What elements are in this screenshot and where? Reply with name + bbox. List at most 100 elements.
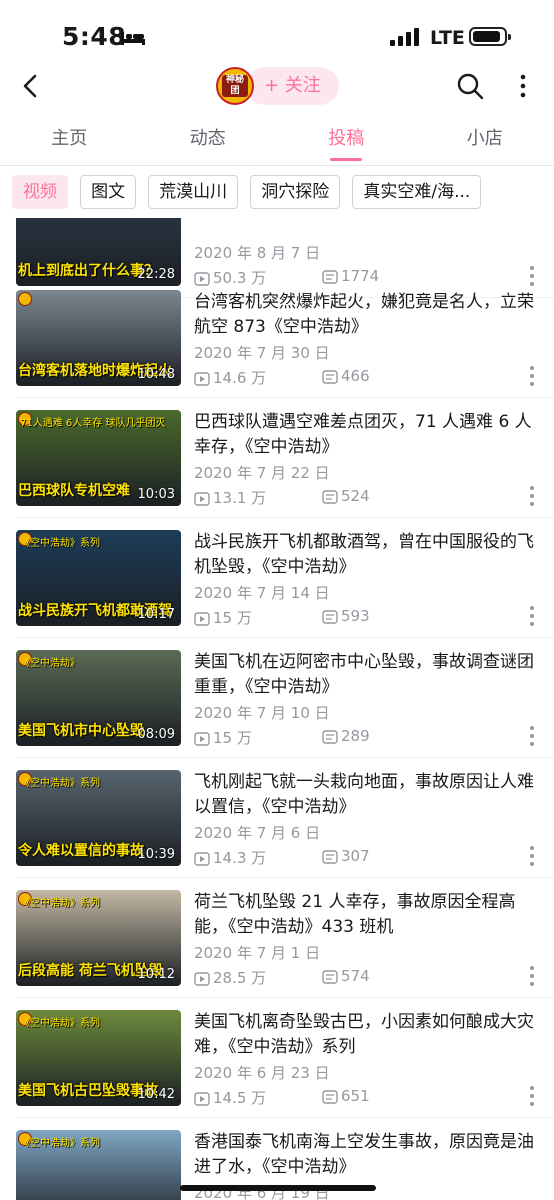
play-count-icon (194, 852, 210, 866)
profile-tabs: 主页 动态 投稿 小店 (0, 112, 554, 166)
battery-icon (469, 27, 511, 46)
video-thumbnail[interactable]: 台湾客机落地时爆炸起火 10:48 (16, 290, 181, 386)
cellular-signal-icon (390, 28, 419, 46)
view-count-value: 14.5 万 (213, 1089, 267, 1107)
thumbnail-top-text: 《空中浩劫》系列 (20, 778, 100, 789)
video-title[interactable]: 飞机刚起飞就一头栽向地面，事故原因让人难以置信，《空中浩劫》 (194, 770, 539, 820)
sleep-focus-icon (121, 32, 145, 45)
danmaku-count-value: 289 (341, 727, 370, 745)
chip-deserts-mountains[interactable]: 荒漠山川 (148, 175, 239, 209)
avatar-text: 神秘 团 (222, 75, 248, 97)
chevron-left-icon[interactable] (18, 72, 44, 100)
video-duration: 10:48 (137, 367, 175, 382)
danmaku-count: 289 (322, 727, 370, 745)
video-duration: 10:17 (137, 607, 175, 622)
more-options-icon[interactable] (526, 724, 538, 748)
video-list-item[interactable]: 《空中浩劫》系列 后段高能 荷兰飞机坠毁 10:12 荷兰飞机坠毁 21 人幸存，事故… (0, 878, 554, 998)
video-title[interactable]: 荷兰飞机坠毁 21 人幸存，事故原因全程高能，《空中浩劫》433 班机 (194, 890, 539, 940)
video-thumbnail[interactable]: 《空中浩劫》系列 美国飞机古巴坠毁事故 10:42 (16, 1010, 181, 1106)
video-stats: 14.6 万 466 (194, 367, 524, 387)
video-list-item[interactable]: 《空中浩劫》系列 战斗民族开飞机都敢酒驾 10:17 战斗民族开飞机都敢酒驾，曾在中国… (0, 518, 554, 638)
danmaku-count-value: 651 (341, 1087, 370, 1105)
more-options-icon[interactable] (526, 964, 538, 988)
danmaku-count: 651 (322, 1087, 370, 1105)
danmaku-icon (322, 850, 338, 864)
view-count: 15 万 (194, 607, 252, 628)
top-nav-bar: + 关注 神秘 团 (0, 62, 554, 112)
danmaku-count: 524 (322, 487, 370, 505)
video-list-item[interactable]: 《空中浩劫》系列 令人难以置信的事故 10:39 飞机刚起飞就一头栽向地面，事故原因让… (0, 758, 554, 878)
channel-badge-icon (18, 292, 32, 306)
view-count: 14.3 万 (194, 847, 266, 868)
video-thumbnail[interactable]: 《空中浩劫》系列 令人难以置信的事故 10:39 (16, 770, 181, 866)
video-thumbnail[interactable]: 《空中浩劫》系列香港国泰航空780 (16, 1130, 181, 1200)
status-time: 5:48 (62, 22, 127, 51)
play-count-icon (194, 732, 210, 746)
danmaku-count: 593 (322, 607, 370, 625)
video-date: 2020 年 7 月 10 日 (194, 704, 330, 722)
filter-chips: 视频 图文 荒漠山川 洞穴探险 真实空难/海... (0, 175, 554, 211)
view-count-value: 14.6 万 (213, 369, 267, 387)
tab-shop[interactable]: 小店 (416, 112, 554, 165)
more-options-icon[interactable] (526, 364, 538, 388)
chip-cave-exploration[interactable]: 洞穴探险 (250, 175, 341, 209)
view-count-value: 28.5 万 (213, 969, 267, 987)
video-stats: 28.5 万 574 (194, 967, 524, 987)
video-title[interactable]: 香港国泰飞机南海上空发生事故，原因竟是油进了水，《空中浩劫》 (194, 1130, 539, 1180)
view-count: 28.5 万 (194, 967, 266, 988)
chip-air-disasters[interactable]: 真实空难/海... (352, 175, 482, 209)
video-list-item[interactable]: 《空中浩劫》 美国飞机市中心坠毁 08:09 美国飞机在迈阿密市中心坠毁，事故调查谜团… (0, 638, 554, 758)
more-options-icon[interactable] (526, 844, 538, 868)
video-list-item[interactable]: 71人遇难 6人幸存 球队几乎团灭 巴西球队专机空难 10:03 巴西球队遭遇空难差点… (0, 398, 554, 518)
play-count-icon (194, 972, 210, 986)
video-thumbnail[interactable]: 《空中浩劫》 美国飞机市中心坠毁 08:09 (16, 650, 181, 746)
network-type: LTE (430, 27, 465, 49)
video-list-item[interactable]: 《空中浩劫》系列 美国飞机古巴坠毁事故 10:42 美国飞机离奇坠毁古巴，小因素如何酿… (0, 998, 554, 1118)
tab-home[interactable]: 主页 (0, 112, 139, 165)
video-date: 2020 年 7 月 30 日 (194, 344, 330, 362)
video-stats: 14.5 万 651 (194, 1087, 524, 1107)
video-title[interactable]: 巴西球队遭遇空难差点团灭，71 人遇难 6 人幸存，《空中浩劫》 (194, 410, 539, 460)
danmaku-icon (322, 730, 338, 744)
tab-dynamics[interactable]: 动态 (139, 112, 278, 165)
status-bar: 5:48 LTE (0, 0, 554, 62)
tab-uploads[interactable]: 投稿 (277, 112, 416, 165)
video-date: 2020 年 7 月 1 日 (194, 944, 321, 962)
video-stats: 14.3 万 307 (194, 847, 524, 867)
more-vertical-icon[interactable] (514, 72, 532, 100)
video-title[interactable]: 美国飞机在迈阿密市中心坠毁，事故调查谜团重重，《空中浩劫》 (194, 650, 539, 700)
more-options-icon[interactable] (526, 1084, 538, 1108)
video-thumbnail[interactable]: 《空中浩劫》系列 后段高能 荷兰飞机坠毁 10:12 (16, 890, 181, 986)
danmaku-icon (322, 370, 338, 384)
video-list-item[interactable]: 台湾客机落地时爆炸起火 10:48 台湾客机突然爆炸起火，嫌犯竟是名人，立荣航空 8… (0, 278, 554, 398)
more-options-icon[interactable] (526, 484, 538, 508)
video-title[interactable]: 台湾客机突然爆炸起火，嫌犯竟是名人，立荣航空 873《空中浩劫》 (194, 290, 539, 340)
more-options-icon[interactable] (526, 604, 538, 628)
view-count-value: 15 万 (213, 729, 252, 747)
search-icon[interactable] (456, 72, 484, 100)
chip-articles[interactable]: 图文 (80, 175, 137, 209)
video-thumbnail[interactable]: 马航 MH370 神秘失踪后机上到底出了什么事？22:28 (16, 218, 181, 286)
video-thumbnail[interactable]: 71人遇难 6人幸存 球队几乎团灭 巴西球队专机空难 10:03 (16, 410, 181, 506)
video-duration: 10:12 (137, 967, 175, 982)
danmaku-count-value: 574 (341, 967, 370, 985)
video-title[interactable]: 战斗民族开飞机都敢酒驾，曾在中国服役的飞机坠毁，《空中浩劫》 (194, 530, 539, 580)
avatar[interactable]: 神秘 团 (216, 67, 254, 105)
video-duration: 10:42 (137, 1087, 175, 1102)
video-title[interactable]: 美国飞机离奇坠毁古巴，小因素如何酿成大灾难，《空中浩劫》系列 (194, 1010, 539, 1060)
danmaku-icon (322, 610, 338, 624)
danmaku-icon (322, 970, 338, 984)
video-list: 马航 MH370 神秘失踪后机上到底出了什么事？22:28 2020 年 8 月 … (0, 218, 554, 1200)
chip-videos[interactable]: 视频 (12, 175, 68, 209)
danmaku-count-value: 593 (341, 607, 370, 625)
video-duration: 10:03 (137, 487, 175, 502)
video-duration: 08:09 (137, 727, 175, 742)
danmaku-count: 466 (322, 367, 370, 385)
follow-button[interactable]: + 关注 (246, 67, 339, 105)
video-stats: 15 万 289 (194, 727, 524, 747)
play-count-icon (194, 372, 210, 386)
home-indicator (180, 1185, 376, 1191)
thumbnail-top-text: 《空中浩劫》系列 (20, 1138, 100, 1149)
video-thumbnail[interactable]: 《空中浩劫》系列 战斗民族开飞机都敢酒驾 10:17 (16, 530, 181, 626)
video-date: 2020 年 7 月 22 日 (194, 464, 330, 482)
